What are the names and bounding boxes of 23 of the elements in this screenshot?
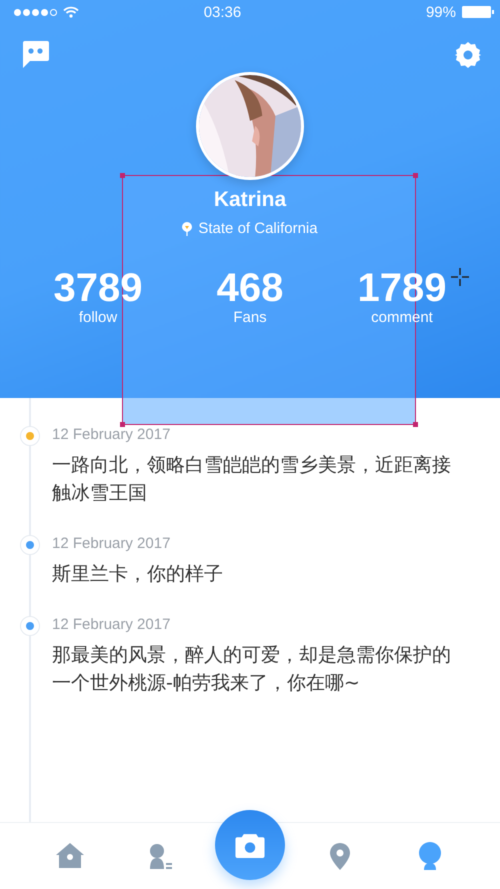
post-text: 一路向北，领略白雪皑皑的雪乡美景，近距离接触冰雪王国 [52,453,452,506]
battery-icon [462,5,494,19]
post-date: 12 February 2017 [52,535,172,552]
signal-icon [14,8,57,16]
chat-icon[interactable] [20,40,50,70]
post-text: 那最美的风景，醉人的可爱，却是急需你保护的一个世外桃源-帕劳我来了，你在哪~ [52,643,452,696]
post-date: 12 February 2017 [52,426,172,443]
stat-label: follow [78,309,118,326]
crosshair-cursor-icon [450,267,470,287]
post-date: 12 February 2017 [52,616,172,633]
stat-value: 468 [216,267,284,309]
location-pin-icon [182,222,192,236]
stat-label: Fans [233,309,267,326]
status-time: 03:36 [204,4,242,20]
post-text: 斯里兰卡，你的样子 [52,562,224,587]
battery-percentage: 99% [426,4,456,20]
user-name: Katrina [214,188,286,212]
settings-icon[interactable] [454,41,482,69]
home-tab[interactable] [55,841,85,871]
user-location: State of California [198,220,318,237]
camera-button[interactable] [215,810,285,880]
camera-icon [234,832,266,858]
wifi-icon [63,6,79,18]
